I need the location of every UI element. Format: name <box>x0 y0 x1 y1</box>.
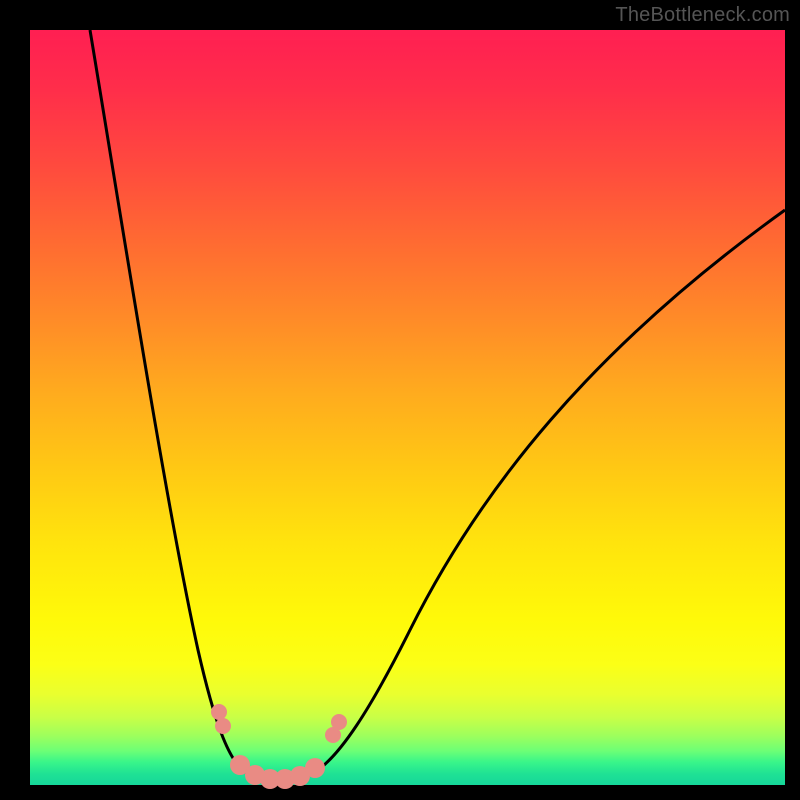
watermark-text: TheBottleneck.com <box>615 4 790 27</box>
chart-stage: TheBottleneck.com <box>0 0 800 800</box>
plot-area <box>30 30 785 785</box>
curve-left-arm <box>90 30 280 781</box>
curve-svg <box>30 30 785 785</box>
marker-dot <box>305 758 325 778</box>
marker-dot <box>211 704 227 720</box>
markers-group <box>211 704 347 789</box>
curve-right-arm <box>280 210 785 781</box>
marker-dot <box>331 714 347 730</box>
marker-dot <box>215 718 231 734</box>
